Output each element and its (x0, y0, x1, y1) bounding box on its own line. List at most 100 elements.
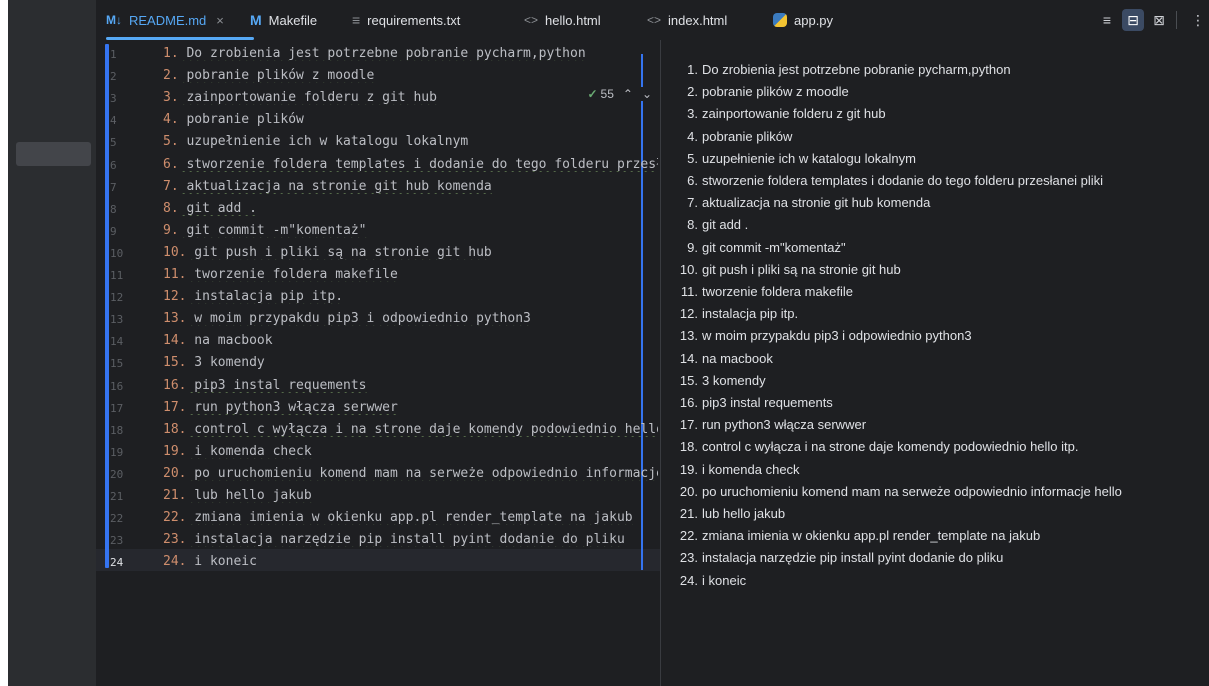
chevron-down-icon[interactable]: ⌄ (642, 87, 652, 101)
code-text: pobranie plików (178, 112, 304, 128)
line-number: 24 (110, 556, 124, 570)
code-line[interactable]: 8. git add . (163, 201, 658, 216)
editor-only-button[interactable]: ≡ (1096, 9, 1118, 31)
code-line[interactable]: 2. pobranie plików z moodle (163, 68, 658, 83)
text-file-icon: ≡ (352, 12, 361, 28)
list-item: 19. i komenda check (666, 462, 800, 477)
code-text: i komenda check (186, 443, 312, 459)
list-number: 20. (163, 465, 187, 481)
code-line[interactable]: 24. i koneic (163, 554, 658, 569)
list-number: 1. (163, 46, 179, 61)
code-text: aktualizacja na stronie git hub komenda (178, 178, 492, 194)
code-line[interactable]: 23. instalacja narzędzie pip install pyi… (163, 532, 658, 547)
list-item-text: 3 komendy (702, 372, 766, 388)
code-line[interactable]: 7. aktualizacja na stronie git hub komen… (163, 179, 658, 194)
line-number: 21 (110, 490, 124, 503)
list-item-text: instalacja narzędzie pip install pyint d… (702, 550, 1004, 566)
code-line[interactable]: 17. run python3 włącza serwwer (163, 400, 658, 415)
list-number: 2. (163, 68, 179, 84)
tab-makefile[interactable]: M Makefile (250, 0, 317, 40)
tab-label: index.html (668, 12, 728, 28)
inspection-count: 55 (600, 87, 614, 101)
list-item-text: w moim przypakdu pip3 i odpowiednio pyth… (702, 328, 972, 344)
list-number: 16. (679, 395, 698, 410)
code-line[interactable]: 20. po uruchomieniu komend mam na serweż… (163, 466, 658, 481)
code-editor[interactable]: 1 1. Do zrobienia jest potrzebne pobranie… (96, 40, 660, 686)
list-number: 21. (163, 488, 187, 503)
side-panel-selected-item[interactable] (16, 142, 91, 166)
code-line[interactable]: 10. git push i pliki są na stronie git h… (163, 245, 658, 260)
vcs-change-marker[interactable] (105, 44, 109, 568)
list-item-text: na macbook (702, 350, 773, 366)
tab-requirements[interactable]: ≡ requirements.txt (352, 0, 460, 40)
list-item: 15. 3 komendy (666, 373, 766, 388)
code-line[interactable]: 21. lub hello jakub (163, 488, 658, 503)
code-text: run python3 włącza serwwer (186, 399, 398, 415)
list-number: 3. (163, 90, 179, 106)
html-file-icon: <> (647, 13, 662, 27)
code-line[interactable]: 16. pip3 instal requements (163, 378, 658, 393)
code-text: i koneic (186, 554, 257, 570)
code-line[interactable]: 13. w moim przypakdu pip3 i odpowiednio … (163, 311, 658, 326)
line-number: 11 (110, 269, 124, 282)
list-item-text: i koneic (702, 572, 747, 588)
code-line[interactable]: 6. stworzenie foldera templates i dodani… (163, 157, 658, 172)
list-item-text: git add . (702, 217, 749, 233)
list-item: 10. git push i pliki są na stronie git hu… (666, 262, 901, 277)
inspection-widget[interactable]: ✓ 55 ⌃ ⌄ (583, 87, 652, 101)
code-text: zmiana imienia w okienku app.pl render_t… (186, 510, 633, 526)
list-number: 4. (163, 112, 179, 128)
list-item-text: git push i pliki są na stronie git hub (702, 261, 901, 277)
list-number: 10. (679, 261, 698, 277)
tab-readme[interactable]: M↓ README.md × (106, 0, 254, 40)
list-number: 14. (679, 350, 698, 366)
list-item-text: lub hello jakub (702, 506, 786, 521)
list-number: 11. (680, 284, 698, 299)
makefile-icon: M (250, 12, 262, 28)
list-item-text: zainportowanie folderu z git hub (702, 106, 886, 122)
tab-index-html[interactable]: <> index.html (647, 0, 727, 40)
line-number: 14 (110, 335, 124, 349)
toolbar-separator (1176, 11, 1177, 29)
code-line[interactable]: 18. control c wyłącza i na strone daje k… (163, 422, 658, 437)
code-line[interactable]: 5. uzupełnienie ich w katalogu lokalnym (163, 134, 658, 149)
list-number: 4. (687, 128, 698, 144)
list-item-text: aktualizacja na stronie git hub komenda (702, 195, 931, 211)
line-number: 4 (110, 114, 117, 128)
list-item: 11. tworzenie foldera makefile (666, 284, 853, 299)
list-number: 2. (687, 84, 698, 100)
list-number: 21. (679, 506, 698, 521)
code-line[interactable]: 9. git commit -m"komentaż" (163, 223, 658, 238)
line-number: 23 (110, 534, 124, 548)
code-line[interactable]: 14. na macbook (163, 333, 658, 348)
line-number: 22 (110, 512, 124, 526)
line-number: 5 (110, 136, 117, 150)
code-line[interactable]: 15. 3 komendy (163, 355, 658, 370)
list-number: 8. (163, 200, 179, 216)
list-number: 22. (163, 510, 187, 526)
list-number: 9. (163, 222, 179, 238)
preview-only-button[interactable]: ⊠ (1148, 9, 1170, 31)
list-item: 6. stworzenie foldera templates i dodanie… (666, 173, 1103, 188)
chevron-up-icon[interactable]: ⌃ (623, 87, 633, 101)
tab-app-py[interactable]: app.py (773, 0, 833, 40)
list-number: 18. (163, 421, 187, 437)
code-text: git push i pliki są na stronie git hub (186, 244, 492, 260)
tab-hello-html[interactable]: <> hello.html (524, 0, 601, 40)
code-line[interactable]: 1. Do zrobienia jest potrzebne pobranie … (163, 46, 658, 61)
code-line[interactable]: 12. instalacja pip itp. (163, 289, 658, 304)
code-line[interactable]: 19. i komenda check (163, 444, 658, 459)
split-view-button[interactable]: ⊟ (1122, 9, 1144, 31)
list-item-text: git commit -m"komentaż" (702, 239, 846, 255)
list-number: 17. (679, 417, 698, 433)
line-number: 13 (110, 313, 124, 327)
more-options-icon[interactable]: ⋮ (1187, 9, 1209, 31)
code-line[interactable]: 22. zmiana imienia w okienku app.pl rend… (163, 510, 658, 525)
close-icon[interactable]: × (216, 13, 224, 28)
list-number: 22. (679, 528, 698, 544)
list-item: 24. i koneic (666, 573, 746, 588)
code-line[interactable]: 11. tworzenie foldera makefile (163, 267, 658, 282)
list-number: 16. (163, 377, 187, 393)
code-line[interactable]: 4. pobranie plików (163, 112, 658, 127)
code-text: stworzenie foldera templates i dodanie d… (186, 156, 658, 172)
